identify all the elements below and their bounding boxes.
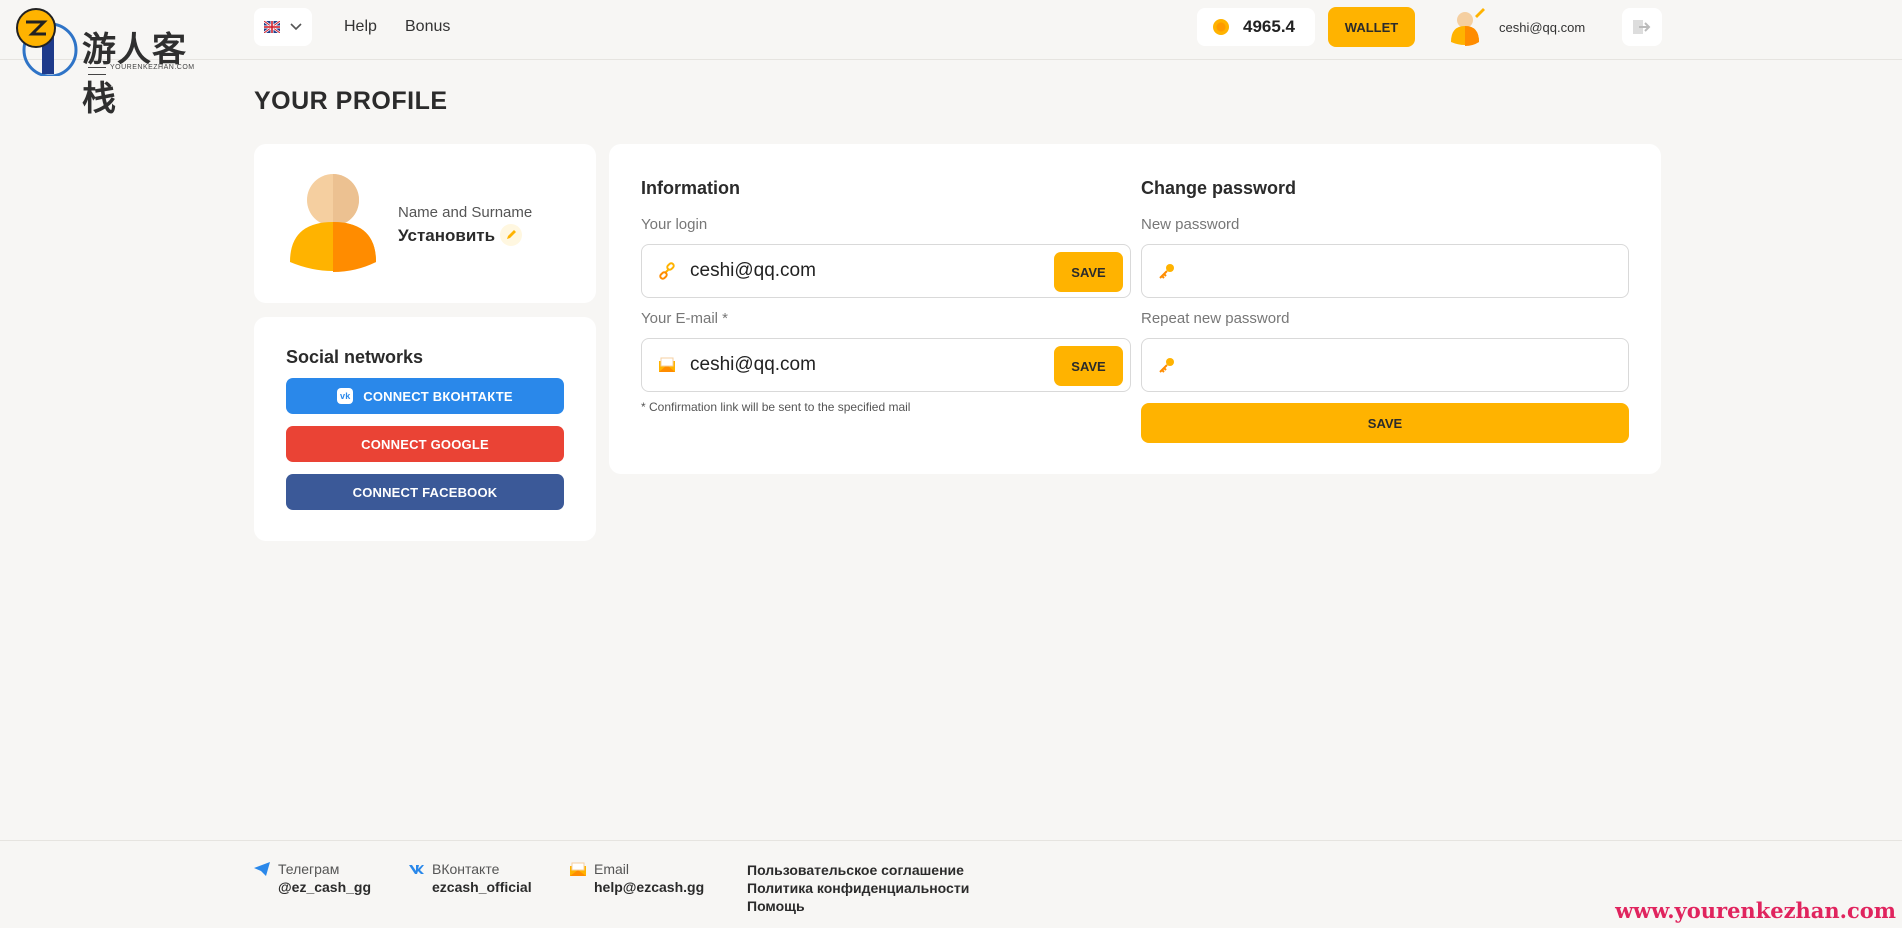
wallet-button[interactable]: WALLET	[1328, 7, 1415, 47]
edit-name-button[interactable]	[500, 224, 522, 246]
name-value: Установить	[398, 226, 496, 245]
telegram-label: Телеграм	[278, 861, 340, 877]
login-field[interactable]: ceshi@qq.com SAVE	[641, 244, 1131, 298]
connect-vk-button[interactable]: vk CONNECT ВКОНТАКТЕ	[286, 378, 564, 414]
vk-handle: ezcash_official	[432, 879, 532, 895]
site-logo[interactable]: 游人客栈 YOURENKEZHAN.COM	[12, 6, 212, 119]
chevron-down-icon	[290, 23, 302, 31]
user-agreement-link[interactable]: Пользовательское соглашение	[747, 861, 969, 879]
telegram-icon	[254, 862, 270, 876]
login-label: Your login	[641, 216, 708, 233]
top-header: 游人客栈 YOURENKEZHAN.COM Help Bonus 4965.4 …	[0, 0, 1902, 119]
vk-label: ВКонтакте	[432, 861, 500, 877]
mail-icon	[570, 862, 586, 876]
watermark: www.yourenkezhan.com	[1615, 898, 1896, 923]
balance-display: 4965.4	[1197, 8, 1315, 46]
email-field[interactable]: ceshi@qq.com SAVE	[641, 338, 1131, 392]
balance-value: 4965.4	[1243, 17, 1295, 36]
vk-icon	[409, 865, 424, 874]
repeat-password-field[interactable]	[1141, 338, 1629, 392]
logo-subtext: YOURENKEZHAN.COM	[84, 64, 212, 78]
email-label-footer: Email	[594, 861, 630, 877]
footer-links: Пользовательское соглашение Политика кон…	[747, 861, 969, 915]
account-settings-card: Information Your login ceshi@qq.com SAVE…	[609, 144, 1661, 474]
key-icon	[1159, 358, 1174, 373]
user-avatar-icon[interactable]	[1447, 6, 1489, 48]
language-selector[interactable]	[254, 8, 312, 46]
information-title: Information	[641, 178, 740, 198]
connect-vk-label: CONNECT ВКОНТАКТЕ	[363, 388, 513, 404]
name-label: Name and Surname	[398, 204, 533, 221]
social-networks-card: Social networks vk CONNECT ВКОНТАКТЕ CON…	[254, 317, 596, 541]
email-label: Your E-mail *	[641, 310, 728, 327]
header-user-email[interactable]: ceshi@qq.com	[1499, 20, 1585, 35]
pencil-icon	[507, 230, 516, 239]
support-email: help@ezcash.gg	[594, 879, 705, 895]
privacy-policy-link[interactable]: Политика конфиденциальности	[747, 879, 969, 897]
change-password-title: Change password	[1141, 178, 1297, 198]
help-link[interactable]: Помощь	[747, 897, 969, 915]
login-value: ceshi@qq.com	[690, 260, 816, 281]
new-password-field[interactable]	[1141, 244, 1629, 298]
email-value: ceshi@qq.com	[690, 354, 816, 375]
connect-facebook-button[interactable]: CONNECT FACEBOOK	[286, 474, 564, 510]
social-networks-title: Social networks	[286, 347, 424, 367]
link-icon	[659, 262, 675, 280]
vk-icon: vk	[337, 388, 354, 404]
mail-icon	[659, 357, 675, 372]
repeat-password-label: Repeat new password	[1141, 310, 1290, 327]
coin-icon	[1213, 19, 1229, 35]
nav-help-link[interactable]: Help	[344, 18, 377, 36]
key-icon	[1159, 264, 1174, 279]
profile-card: Name and Surname Установить	[254, 144, 596, 303]
logout-button[interactable]	[1622, 8, 1662, 46]
uk-flag-icon	[264, 21, 280, 33]
save-login-button[interactable]: SAVE	[1054, 252, 1123, 292]
logout-icon	[1633, 20, 1651, 34]
connect-google-button[interactable]: CONNECT GOOGLE	[286, 426, 564, 462]
nav-bonus-link[interactable]: Bonus	[405, 18, 450, 36]
confirmation-note: * Confirmation link will be sent to the …	[641, 400, 911, 414]
telegram-handle: @ez_cash_gg	[278, 879, 372, 895]
new-password-label: New password	[1141, 216, 1240, 233]
save-email-button[interactable]: SAVE	[1054, 346, 1123, 386]
save-password-button[interactable]: SAVE	[1141, 403, 1629, 443]
logo-mark-icon	[16, 8, 78, 76]
page-title: YOUR PROFILE	[254, 87, 448, 115]
profile-avatar-icon	[290, 174, 376, 272]
